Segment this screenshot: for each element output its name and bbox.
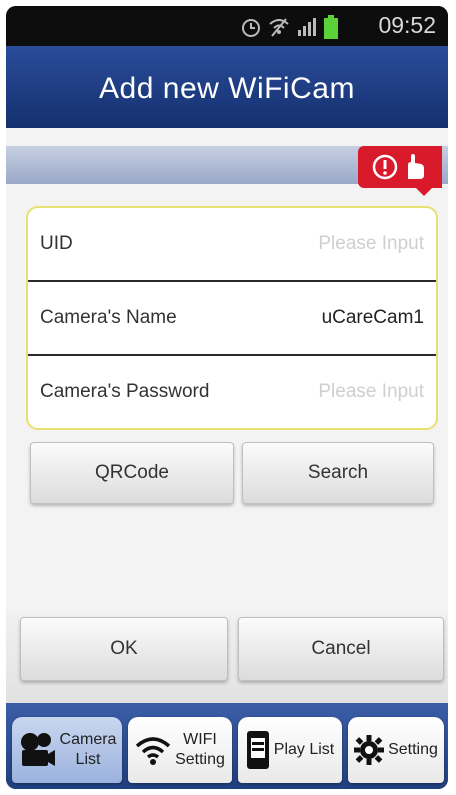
- wifi-icon: [135, 734, 171, 766]
- tab-camera-list-label-2: List: [75, 751, 101, 768]
- tab-wifi-label-2: Setting: [175, 751, 225, 768]
- info-icon: [372, 154, 398, 180]
- camera-name-input[interactable]: uCareCam1: [322, 307, 424, 329]
- cancel-button[interactable]: Cancel: [238, 617, 444, 681]
- camera-password-row[interactable]: Camera's Password Please Input: [28, 356, 436, 428]
- alarm-icon: [242, 19, 260, 37]
- uid-input[interactable]: Please Input: [318, 233, 424, 255]
- signal-icon: [298, 18, 316, 36]
- status-bar: 09:52: [6, 6, 448, 46]
- camera-password-input[interactable]: Please Input: [318, 381, 424, 403]
- tab-camera-list-label-1: Camera: [59, 731, 117, 748]
- page-title: Add new WiFiCam: [99, 72, 355, 105]
- hand-icon: [408, 154, 424, 179]
- ok-button[interactable]: OK: [20, 617, 228, 681]
- tab-camera-list[interactable]: Camera List: [12, 717, 122, 783]
- help-badge[interactable]: [358, 146, 442, 196]
- header-band: [6, 146, 448, 196]
- title-bar: Add new WiFiCam: [6, 46, 448, 128]
- phone-screen: 09:52 Add new WiFiCam UID Please Input C…: [6, 6, 448, 789]
- camera-form: UID Please Input Camera's Name uCareCam1…: [26, 206, 438, 430]
- camera-password-label: Camera's Password: [40, 381, 210, 402]
- battery-icon: [324, 15, 338, 39]
- tab-play-list[interactable]: Play List: [238, 717, 342, 783]
- tab-setting-label: Setting: [388, 741, 438, 758]
- tab-wifi-setting[interactable]: WIFI Setting: [128, 717, 232, 783]
- camera-name-row[interactable]: Camera's Name uCareCam1: [28, 282, 436, 354]
- gear-icon: [354, 735, 385, 765]
- main-content: UID Please Input Camera's Name uCareCam1…: [6, 128, 448, 703]
- camera-name-label: Camera's Name: [40, 307, 177, 328]
- camera-icon: [18, 730, 56, 770]
- playlist-icon: [246, 730, 270, 770]
- tab-wifi-label-1: WIFI: [183, 731, 217, 748]
- status-time: 09:52: [378, 12, 436, 38]
- tab-setting[interactable]: Setting: [348, 717, 444, 783]
- uid-row[interactable]: UID Please Input: [28, 208, 436, 280]
- wifi-off-icon: [269, 18, 289, 37]
- qrcode-button[interactable]: QRCode: [30, 442, 234, 504]
- search-button[interactable]: Search: [242, 442, 434, 504]
- action-band: OK Cancel: [6, 613, 448, 703]
- tab-play-list-label: Play List: [273, 741, 335, 758]
- status-icons: [240, 15, 338, 39]
- tab-bar: Camera List WIFI Setting Play List Setti…: [6, 703, 448, 789]
- uid-label: UID: [40, 233, 73, 254]
